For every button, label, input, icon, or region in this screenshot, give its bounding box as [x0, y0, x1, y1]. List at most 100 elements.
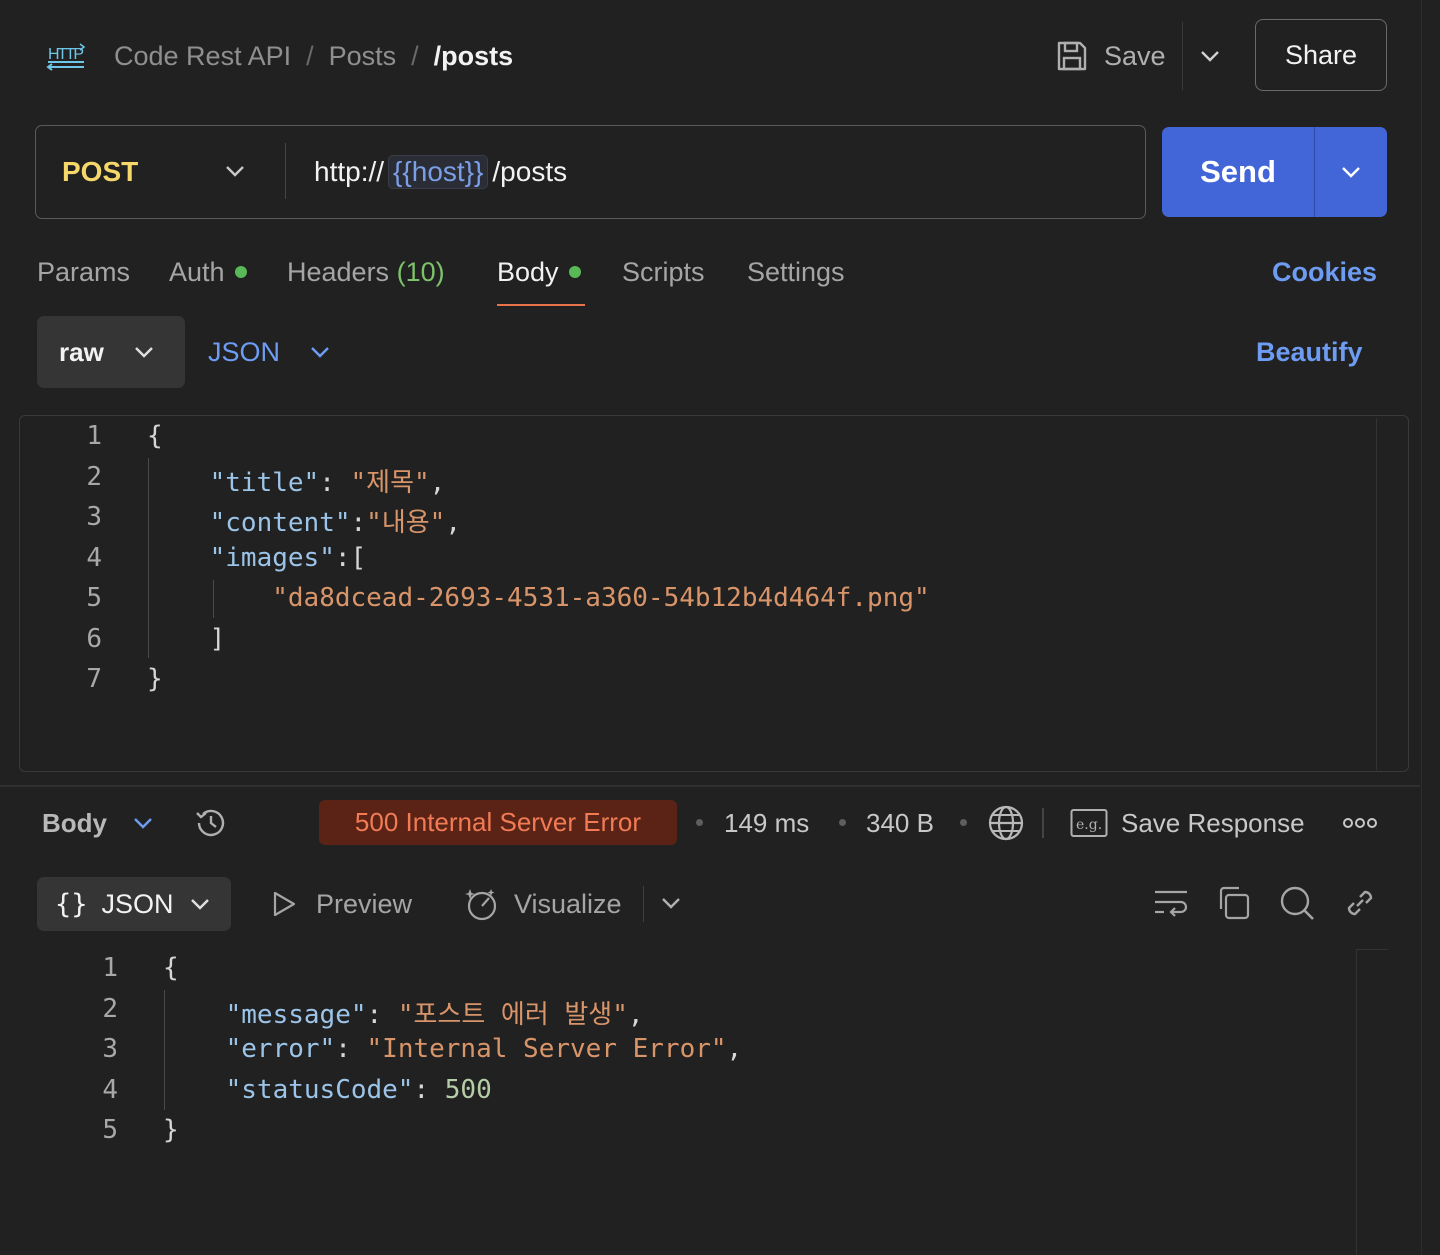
response-section-dropdown[interactable]: [130, 810, 156, 836]
code-line[interactable]: ]: [147, 624, 226, 654]
visualize-button[interactable]: Visualize: [462, 884, 622, 924]
line-number: 4: [86, 542, 102, 573]
code-token: "title": [209, 467, 320, 498]
code-line[interactable]: "message": "포스트 에러 발생",: [163, 994, 644, 1031]
headers-count: (10): [396, 257, 445, 287]
beautify-button[interactable]: Beautify: [1256, 332, 1363, 372]
wrap-icon[interactable]: [1152, 884, 1190, 922]
cookies-link[interactable]: Cookies: [1272, 252, 1377, 292]
chevron-down-icon: [1342, 167, 1360, 178]
breadcrumb-collection[interactable]: Code Rest API: [114, 41, 291, 72]
code-token: }: [147, 664, 163, 694]
save-divider: [1182, 22, 1183, 90]
response-body-label[interactable]: Body: [42, 804, 107, 842]
code-line[interactable]: {: [163, 953, 179, 983]
response-format-select[interactable]: {} JSON: [37, 877, 231, 931]
code-token: 500: [444, 1074, 492, 1105]
response-size[interactable]: 340 B: [866, 804, 934, 842]
tab-params[interactable]: Params: [37, 252, 130, 292]
code-token: :: [366, 999, 398, 1030]
code-line[interactable]: "images":[: [147, 542, 367, 573]
save-response-button[interactable]: Save Response: [1121, 804, 1305, 842]
editor-scrollbar[interactable]: [1376, 418, 1377, 770]
tab-scripts[interactable]: Scripts: [622, 252, 705, 292]
body-format-select[interactable]: JSON: [208, 332, 332, 372]
code-token: :: [413, 1074, 445, 1105]
svg-text:e.g.: e.g.: [1076, 817, 1102, 833]
code-line[interactable]: {: [147, 421, 163, 451]
line-number: 4: [102, 1074, 118, 1105]
code-line[interactable]: "error": "Internal Server Error",: [163, 1034, 743, 1064]
example-icon[interactable]: e.g.: [1070, 808, 1108, 838]
pane-separator[interactable]: [0, 785, 1420, 787]
preview-label: Preview: [316, 888, 413, 919]
active-dot: [568, 265, 581, 278]
copy-icon[interactable]: [1215, 884, 1253, 922]
send-options-button[interactable]: [1314, 127, 1387, 217]
line-number: 5: [102, 1115, 118, 1145]
code-line[interactable]: "da8dcead-2693-4531-a360-54b12b4d464f.pn…: [147, 583, 930, 613]
tab-settings[interactable]: Settings: [747, 252, 845, 292]
response-scrollbar[interactable]: [1356, 950, 1357, 1255]
save-icon: [1057, 41, 1087, 71]
status-badge[interactable]: 500 Internal Server Error: [319, 800, 677, 845]
code-token: {: [147, 421, 163, 451]
save-options-button[interactable]: [1196, 42, 1224, 70]
tab-body[interactable]: Body: [497, 252, 581, 292]
meta-divider: [1042, 808, 1044, 838]
response-time[interactable]: 149 ms: [724, 804, 809, 842]
line-number: 3: [86, 502, 102, 532]
code-token: ,: [627, 999, 644, 1030]
tab-auth[interactable]: Auth: [169, 252, 247, 292]
code-token: "내용": [366, 508, 446, 538]
braces-icon: {}: [55, 888, 88, 920]
code-token: "statusCode": [225, 1074, 414, 1105]
code-line[interactable]: "title": "제목",: [147, 462, 446, 499]
code-token: :[: [334, 542, 367, 573]
link-icon[interactable]: [1341, 884, 1379, 922]
body-mode-select[interactable]: raw: [37, 316, 185, 388]
code-token: "da8dcead-2693-4531-a360-54b12b4d464f.pn…: [272, 583, 930, 613]
share-button[interactable]: Share: [1255, 19, 1387, 91]
save-button[interactable]: Save: [1054, 36, 1166, 76]
history-icon[interactable]: [192, 804, 230, 842]
line-number: 6: [86, 623, 102, 654]
code-token: "error": [225, 1034, 336, 1064]
url-variable[interactable]: {{host}}: [388, 155, 489, 189]
code-token: ,: [429, 467, 446, 498]
breadcrumb-request[interactable]: /posts: [434, 41, 514, 72]
visualize-options-button[interactable]: [658, 890, 684, 916]
line-number: 5: [86, 583, 102, 613]
send-button[interactable]: Send: [1162, 127, 1314, 217]
chevron-down-icon: [662, 898, 680, 909]
tab-label: Body: [497, 257, 559, 287]
chevron-down-icon: [311, 347, 329, 358]
active-dot: [234, 265, 247, 278]
code-line[interactable]: "statusCode": 500: [163, 1075, 492, 1105]
url-input[interactable]: http:// {{host}} /posts: [314, 152, 567, 192]
tab-headers[interactable]: Headers (10): [287, 252, 445, 292]
preview-button[interactable]: Preview: [270, 884, 412, 924]
save-label: Save: [1104, 40, 1166, 71]
globe-icon[interactable]: [986, 803, 1026, 843]
panel-edge: [1421, 0, 1422, 1255]
line-number: 1: [86, 421, 102, 451]
search-icon[interactable]: [1278, 884, 1316, 922]
tab-label: Settings: [747, 257, 845, 287]
method-select[interactable]: POST: [62, 152, 138, 192]
breadcrumb-folder[interactable]: Posts: [329, 41, 397, 72]
line-number: 3: [102, 1034, 118, 1064]
chevron-down-icon: [134, 818, 152, 829]
more-icon[interactable]: [1342, 812, 1378, 834]
code-line[interactable]: "content":"내용",: [147, 502, 461, 539]
code-token: :: [335, 1034, 367, 1064]
code-token: ,: [726, 1034, 743, 1064]
code-line[interactable]: }: [147, 664, 163, 694]
visualize-label: Visualize: [514, 888, 622, 919]
method-dropdown[interactable]: [222, 158, 248, 184]
code-line[interactable]: }: [163, 1115, 179, 1145]
active-tab-indicator: [497, 304, 585, 306]
